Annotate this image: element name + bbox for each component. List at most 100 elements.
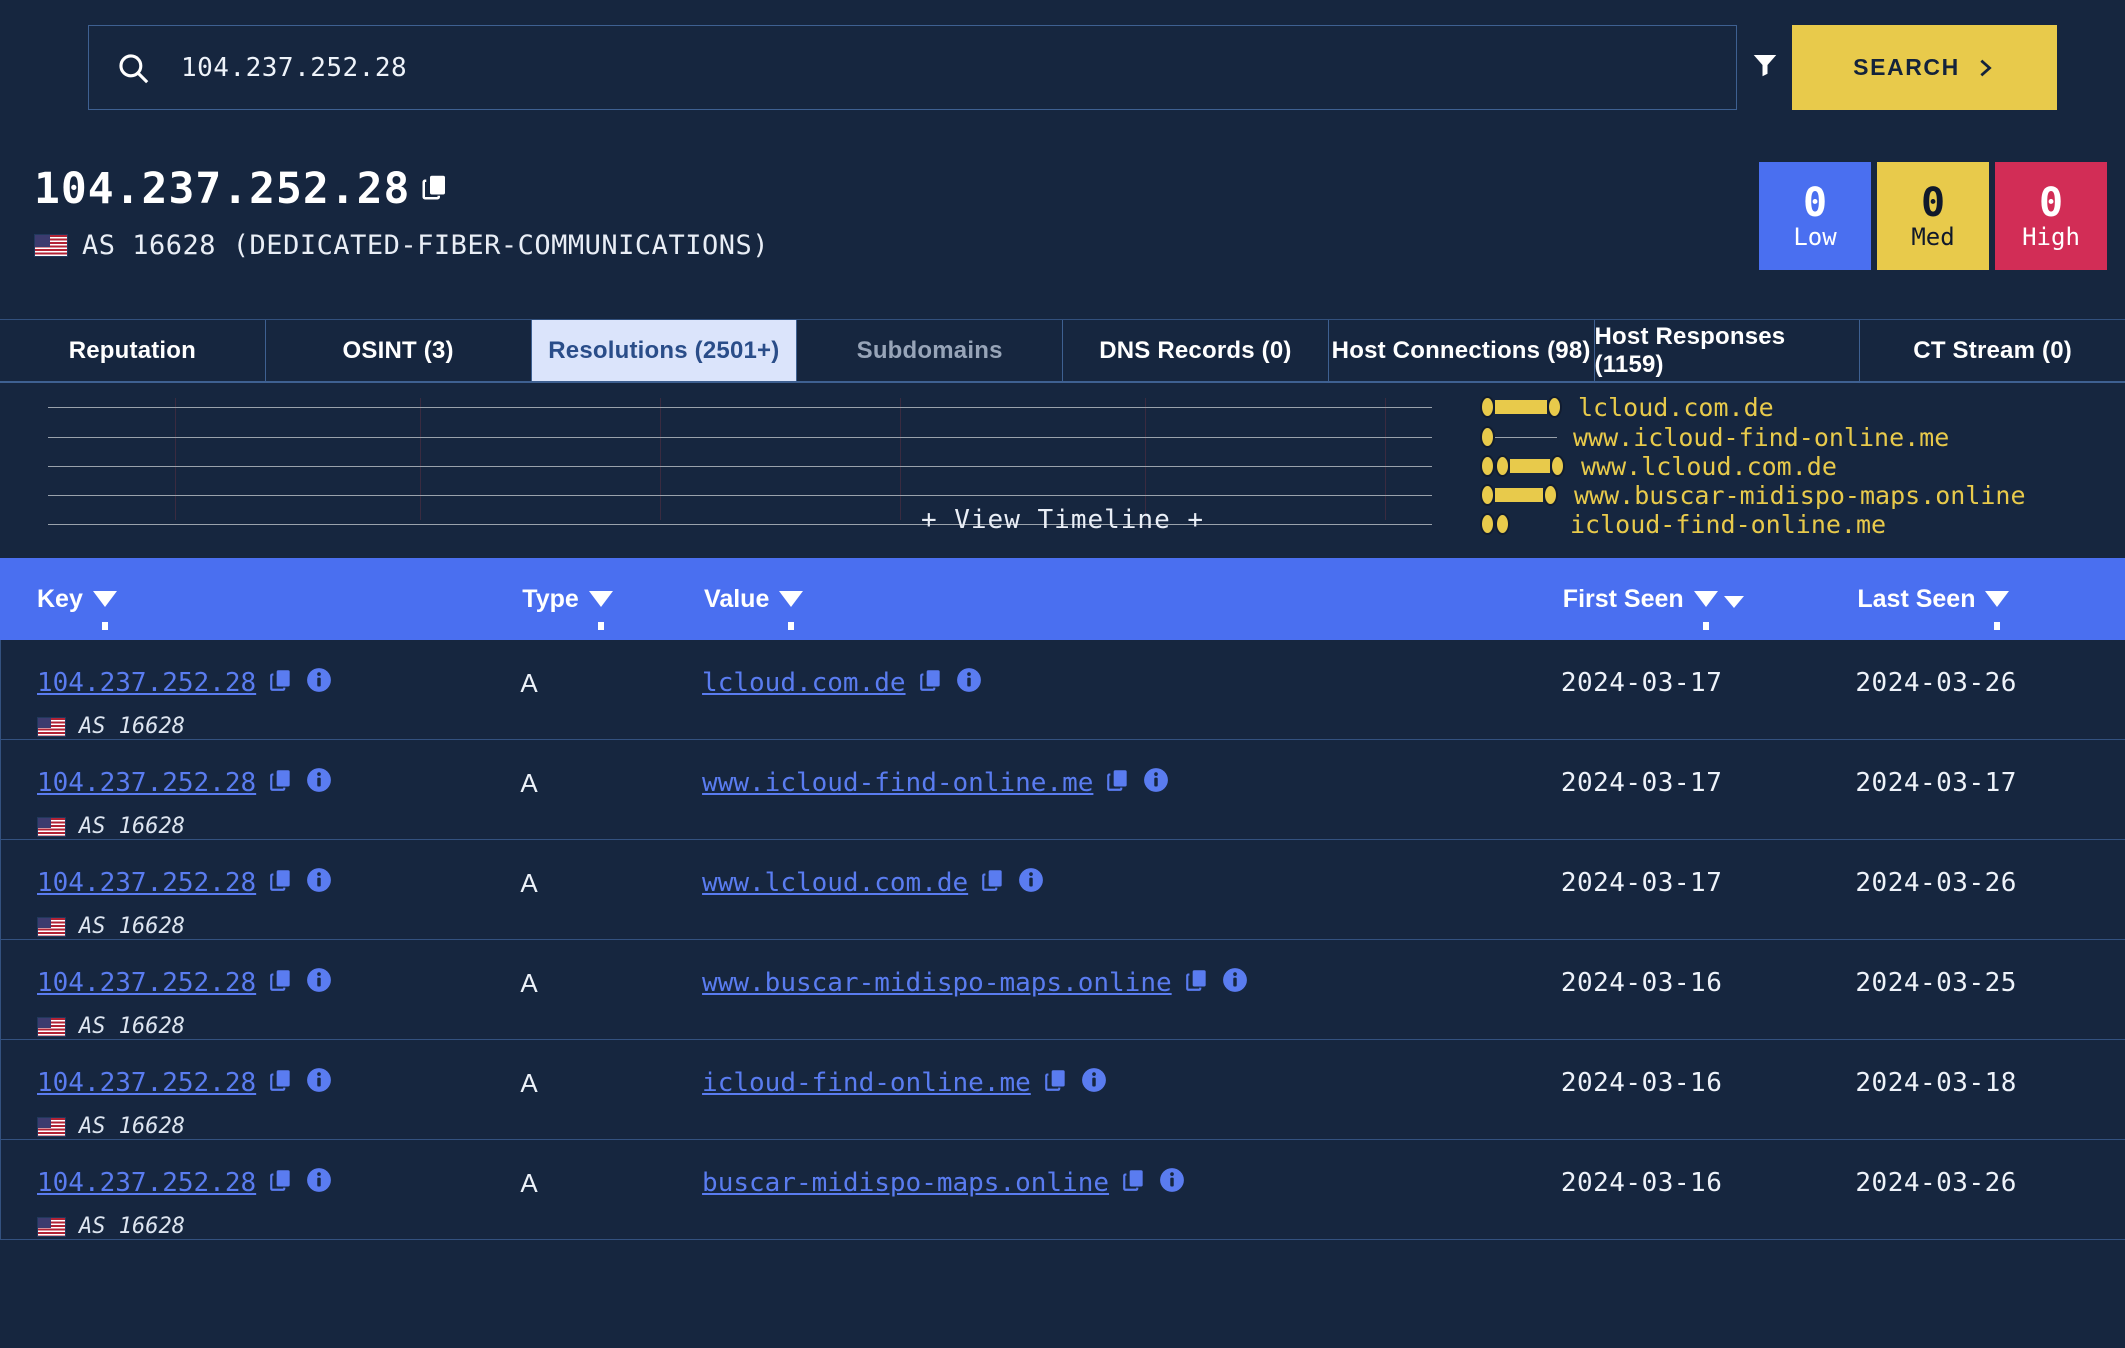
filter-funnel-icon[interactable] — [1693, 591, 1718, 630]
info-icon[interactable] — [306, 967, 332, 999]
copy-icon[interactable] — [1121, 1166, 1147, 1200]
domain-link[interactable]: icloud-find-online.me — [702, 1068, 1031, 1098]
column-header-label: First Seen — [1562, 584, 1684, 613]
info-icon[interactable] — [306, 1067, 332, 1099]
tab-label: CT Stream (0) — [1913, 336, 2072, 364]
view-timeline-toggle[interactable]: + View Timeline + — [0, 505, 2125, 535]
info-icon[interactable] — [306, 867, 332, 899]
cell-value: www.icloud-find-online.me — [702, 766, 1561, 800]
timeline-entry[interactable]: lcloud.com.de — [1480, 393, 1774, 422]
cell-last-seen: 2024-03-26 — [1855, 868, 2017, 898]
us-flag-icon — [37, 716, 66, 737]
cell-first-seen: 2024-03-17 — [1560, 868, 1723, 898]
ip-link[interactable]: 104.237.252.28 — [37, 968, 256, 998]
search-filter-button[interactable] — [1736, 25, 1792, 110]
column-header-last-seen[interactable]: Last Seen — [1855, 585, 2125, 630]
cell-value: icloud-find-online.me — [702, 1066, 1561, 1100]
timeline-entry-label: www.lcloud.com.de — [1581, 451, 1837, 481]
column-header-value[interactable]: Value — [702, 585, 1561, 630]
domain-link[interactable]: www.buscar-midispo-maps.online — [702, 968, 1172, 998]
copy-icon[interactable] — [1043, 1066, 1069, 1100]
tab-dns-records-0[interactable]: DNS Records (0) — [1063, 320, 1329, 381]
ip-link[interactable]: 104.237.252.28 — [37, 1168, 256, 1198]
copy-icon[interactable] — [268, 766, 294, 800]
timeline-entry[interactable]: www.lcloud.com.de — [1480, 451, 1837, 481]
copy-icon[interactable] — [918, 666, 944, 700]
tab-reputation[interactable]: Reputation — [0, 320, 266, 381]
cell-type: A — [520, 668, 538, 698]
filter-funnel-icon[interactable] — [92, 591, 117, 630]
timeline-axis-line — [48, 437, 1432, 438]
timeline-start-dot-icon — [1480, 396, 1495, 418]
tab-resolutions-2501[interactable]: Resolutions (2501+) — [531, 320, 798, 381]
copy-icon[interactable] — [1184, 966, 1210, 1000]
cell-last-seen: 2024-03-18 — [1855, 1068, 2017, 1098]
column-header-first-seen[interactable]: First Seen — [1561, 584, 1856, 630]
status-badge-high[interactable]: 0 High — [1995, 162, 2107, 270]
ip-link[interactable]: 104.237.252.28 — [37, 1068, 256, 1098]
timeline-entry[interactable]: www.icloud-find-online.me — [1480, 423, 1949, 452]
cell-key: 104.237.252.28 AS 16628 — [1, 666, 520, 739]
copy-icon[interactable] — [420, 164, 450, 214]
info-icon[interactable] — [1143, 767, 1169, 799]
ip-link[interactable]: 104.237.252.28 — [37, 868, 256, 898]
search-button[interactable]: SEARCH — [1792, 25, 2057, 110]
info-icon[interactable] — [306, 667, 332, 699]
search-field-container[interactable] — [88, 25, 1790, 110]
copy-icon[interactable] — [980, 866, 1006, 900]
ip-link[interactable]: 104.237.252.28 — [37, 668, 256, 698]
copy-icon[interactable] — [268, 966, 294, 1000]
column-header-label: Type — [522, 584, 579, 613]
copy-icon[interactable] — [1105, 766, 1131, 800]
sort-descending-icon[interactable] — [1723, 595, 1744, 608]
tab-host-connections-98[interactable]: Host Connections (98) — [1328, 320, 1595, 381]
row-asn-info: AS 16628 — [37, 1014, 520, 1039]
tab-label: Host Responses (1159) — [1594, 322, 1786, 378]
timeline-duration-bar — [1495, 400, 1547, 414]
ip-summary-header: 104.237.252.28 AS 16628 (DEDICATED-FIBER… — [0, 130, 2125, 320]
us-flag-icon — [37, 1016, 66, 1037]
tab-osint-3[interactable]: OSINT (3) — [265, 320, 532, 381]
info-icon[interactable] — [1081, 1067, 1107, 1099]
threat-intel-page: SEARCH 104.237.252.28 AS 16628 (DEDICATE… — [0, 0, 2125, 1348]
timeline-gridline — [420, 398, 421, 520]
info-icon[interactable] — [1018, 867, 1044, 899]
copy-icon[interactable] — [268, 866, 294, 900]
resolutions-table: Key Type Value First Seen Last Seen 104.237.… — [0, 558, 2125, 1240]
asn-info: AS 16628 (DEDICATED-FIBER-COMMUNICATIONS… — [34, 230, 769, 261]
cell-first-seen: 2024-03-16 — [1560, 968, 1723, 998]
cell-last-seen: 2024-03-26 — [1855, 668, 2017, 698]
search-input[interactable] — [177, 52, 1789, 83]
cell-first-seen: 2024-03-17 — [1560, 668, 1723, 698]
badge-low-count: 0 — [1802, 180, 1828, 226]
domain-link[interactable]: buscar-midispo-maps.online — [702, 1168, 1109, 1198]
cell-last-seen: 2024-03-26 — [1855, 1168, 2017, 1198]
domain-link[interactable]: www.icloud-find-online.me — [702, 768, 1093, 798]
info-icon[interactable] — [956, 667, 982, 699]
copy-icon[interactable] — [268, 1166, 294, 1200]
info-icon[interactable] — [1222, 967, 1248, 999]
column-header-type[interactable]: Type — [520, 584, 702, 630]
ip-link[interactable]: 104.237.252.28 — [37, 768, 256, 798]
timeline-start-dot-icon — [1480, 484, 1495, 506]
copy-icon[interactable] — [268, 666, 294, 700]
filter-funnel-icon[interactable] — [1985, 591, 2010, 630]
timeline-start-dot-icon — [1495, 455, 1510, 477]
domain-link[interactable]: lcloud.com.de — [702, 668, 906, 698]
status-badge-low[interactable]: 0 Low — [1759, 162, 1871, 270]
filter-funnel-icon[interactable] — [779, 591, 804, 630]
copy-icon[interactable] — [268, 1066, 294, 1100]
info-icon[interactable] — [306, 1167, 332, 1199]
filter-funnel-icon[interactable] — [588, 591, 613, 630]
tab-bar: Reputation OSINT (3) Resolutions (2501+) Su… — [0, 320, 2125, 383]
column-header-key[interactable]: Key — [1, 585, 520, 630]
cell-value: www.lcloud.com.de — [702, 866, 1561, 900]
timeline-end-dot-icon — [1550, 455, 1565, 477]
tab-subdomains[interactable]: Subdomains — [797, 320, 1063, 381]
tab-ct-stream-0[interactable]: CT Stream (0) — [1860, 320, 2125, 381]
info-icon[interactable] — [1159, 1167, 1185, 1199]
info-icon[interactable] — [306, 767, 332, 799]
domain-link[interactable]: www.lcloud.com.de — [702, 868, 968, 898]
status-badge-med[interactable]: 0 Med — [1877, 162, 1989, 270]
tab-host-responses-1159[interactable]: Host Responses (1159) — [1594, 320, 1861, 381]
